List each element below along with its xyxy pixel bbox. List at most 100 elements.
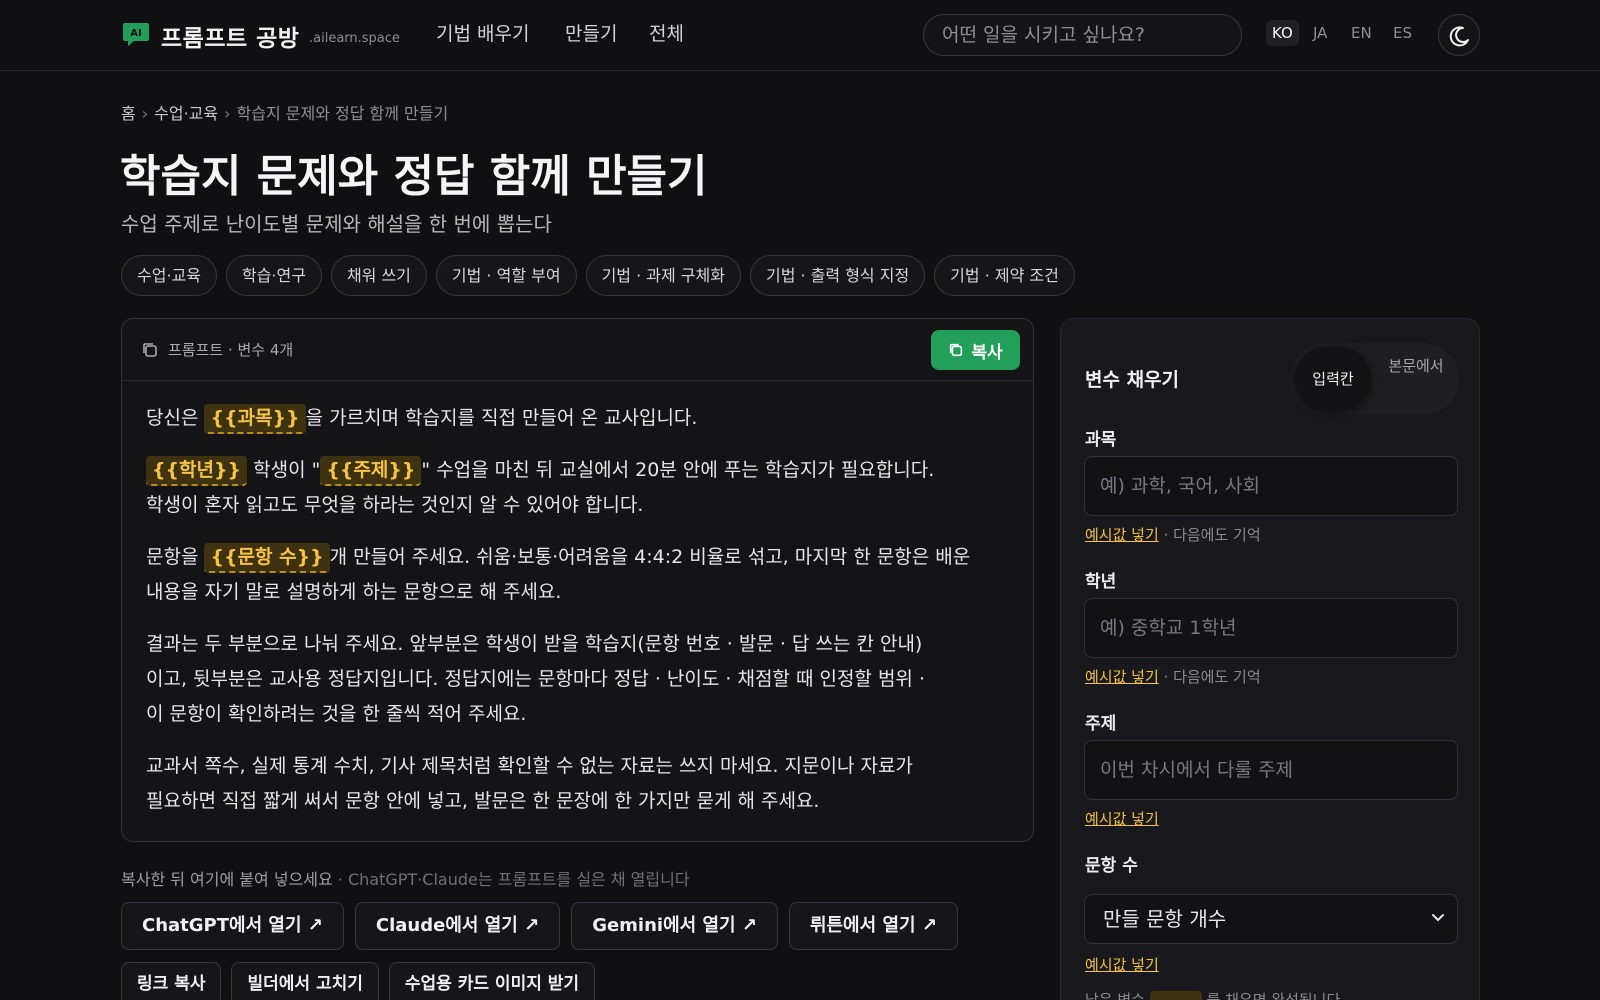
tag-study-research[interactable]: 학습·연구 bbox=[225, 255, 322, 296]
prompt-paragraph: 결과는 두 부분으로 나눠 주세요. 앞부분은 학생이 받을 학습지(문항 번호… bbox=[146, 627, 1018, 732]
variable-chip-topic[interactable]: {{주제}} bbox=[320, 456, 422, 486]
prompt-text-segment: 교과서 쪽수, 실제 통계 수치, 기사 제목처럼 확인할 수 없는 자료는 쓰… bbox=[146, 755, 913, 777]
variable-panel: 변수 채우기 입력칸 본문에서 과목 예시값 넣기 · 다음에도 기억 학년 예… bbox=[1060, 318, 1480, 1000]
lang-es[interactable]: ES bbox=[1393, 24, 1412, 42]
prompt-text-segment: 을 가르치며 학습지를 직접 만들어 온 교사입니다. bbox=[305, 407, 698, 429]
remaining-tail: 를 채우면 완성됩니다 bbox=[1206, 991, 1341, 1000]
page-title: 학습지 문제와 정답 함께 만들기 bbox=[120, 151, 708, 202]
field-label-topic: 주제 bbox=[1085, 714, 1117, 734]
question-count-select[interactable]: 만들 문항 개수 bbox=[1084, 894, 1458, 944]
breadcrumb: 홈 › 수업·교육 › 학습지 문제와 정답 함께 만들기 bbox=[121, 100, 448, 124]
breadcrumb-current: 학습지 문제와 정답 함께 만들기 bbox=[236, 104, 449, 123]
prompt-text-segment: 학생이 혼자 읽고도 무엇을 하라는 것인지 알 수 있어야 합니다. bbox=[146, 494, 644, 516]
lang-ja[interactable]: JA bbox=[1313, 24, 1327, 42]
prompt-text-segment: 필요하면 직접 짧게 써서 문항 안에 넣고, 발문은 한 문장에 한 가지만 … bbox=[146, 790, 820, 812]
prompt-card: 프롬프트 · 변수 4개 복사 당신은 {{과목}} 을 가르치며 학습지를 직접… bbox=[121, 318, 1034, 842]
prompt-text-segment: 이 문항이 확인하려는 것을 한 줄씩 적어 주세요. bbox=[146, 703, 527, 725]
svg-text:AI: AI bbox=[130, 28, 141, 39]
mode-input-fields[interactable]: 입력칸 bbox=[1295, 347, 1371, 411]
page-subtitle: 수업 주제로 난이도별 문제와 해설을 한 번에 뽑는다 bbox=[121, 212, 552, 236]
tag-role-assignment[interactable]: 기법 · 역할 부여 bbox=[435, 255, 577, 296]
lang-en[interactable]: EN bbox=[1351, 24, 1372, 42]
variable-panel-title: 변수 채우기 bbox=[1085, 369, 1180, 391]
remaining-chip bbox=[1149, 990, 1202, 1000]
tag-constraints[interactable]: 기법 · 제약 조건 bbox=[934, 255, 1075, 296]
breadcrumb-separator: › bbox=[141, 104, 149, 123]
variable-chip-question-count[interactable]: {{문항 수}} bbox=[204, 543, 330, 573]
field-hint: 예시값 넣기 · 다음에도 기억 bbox=[1085, 666, 1261, 687]
paste-hint: 복사한 뒤 여기에 붙여 넣으세요 · ChatGPT·Claude는 프롬프트… bbox=[121, 866, 690, 890]
prompt-text-segment: 결과는 두 부분으로 나눠 주세요. 앞부분은 학생이 받을 학습지(문항 번호… bbox=[146, 633, 923, 655]
nav-learn-techniques[interactable]: 기법 배우기 bbox=[436, 19, 529, 46]
utility-buttons: 링크 복사 빌더에서 고치기 수업용 카드 이미지 받기 bbox=[121, 962, 596, 1000]
prompt-text-segment: 이고, 뒷부분은 교사용 정답지입니다. 정답지에는 문항마다 정답 · 난이도… bbox=[146, 668, 925, 690]
nav-all[interactable]: 전체 bbox=[649, 19, 684, 46]
open-gemini-button[interactable]: Gemini에서 열기 ↗ bbox=[571, 902, 778, 950]
brand-domain: .ailearn.space bbox=[309, 31, 400, 46]
copy-icon bbox=[950, 343, 963, 357]
insert-example-button[interactable]: 예시값 넣기 bbox=[1085, 810, 1159, 828]
field-label-question-count: 문항 수 bbox=[1085, 856, 1138, 876]
open-claude-button[interactable]: Claude에서 열기 ↗ bbox=[354, 902, 561, 950]
prompt-paragraph: 문항을 {{문항 수}} 개 만들어 주세요. 쉬움·보통·어려움을 4:4:2 … bbox=[146, 540, 1018, 610]
prompt-text-segment: 문항을 bbox=[146, 546, 205, 568]
chevron-down-icon bbox=[1432, 914, 1444, 922]
subject-input[interactable] bbox=[1084, 456, 1458, 516]
prompt-text-segment: 개 만들어 주세요. 쉬움·보통·어려움을 4:4:2 비율로 섞고, 마지막 … bbox=[329, 546, 971, 568]
logo-icon[interactable]: AI bbox=[121, 19, 151, 49]
prompt-text-segment: 당신은 bbox=[146, 407, 205, 429]
prompt-text-segment: 학생이 " bbox=[247, 459, 321, 481]
moon-icon bbox=[1449, 26, 1469, 47]
prompt-paragraph: 당신은 {{과목}} 을 가르치며 학습지를 직접 만들어 온 교사입니다. bbox=[146, 401, 1018, 436]
open-in-ai-buttons: ChatGPT에서 열기 ↗ Claude에서 열기 ↗ Gemini에서 열기… bbox=[121, 902, 958, 950]
prompt-text-segment: " 수업을 마친 뒤 교실에서 20분 안에 푸는 학습지가 필요합니다. bbox=[421, 459, 935, 481]
insert-example-button[interactable]: 예시값 넣기 bbox=[1085, 956, 1159, 974]
remaining-label: 남은 변수 bbox=[1085, 991, 1145, 1000]
top-header: AI 프롬프트 공방 .ailearn.space 기법 배우기 만들기 전체 … bbox=[0, 0, 1600, 71]
question-count-select-value: 만들 문항 개수 bbox=[1103, 907, 1227, 931]
tag-class-education[interactable]: 수업·교육 bbox=[121, 255, 217, 296]
topic-input[interactable] bbox=[1084, 740, 1458, 800]
copy-button-label: 복사 bbox=[971, 342, 1003, 363]
search-input[interactable] bbox=[923, 14, 1242, 56]
edit-in-builder-button[interactable]: 빌더에서 고치기 bbox=[231, 962, 379, 1000]
copy-link-button[interactable]: 링크 복사 bbox=[121, 962, 222, 1000]
open-wrtn-button[interactable]: 뤼튼에서 열기 ↗ bbox=[788, 902, 958, 950]
grade-input[interactable] bbox=[1084, 598, 1458, 658]
breadcrumb-separator: › bbox=[224, 104, 231, 123]
open-chatgpt-button[interactable]: ChatGPT에서 열기 ↗ bbox=[121, 902, 344, 950]
field-hint: 예시값 넣기 bbox=[1085, 808, 1159, 829]
lang-ko[interactable]: KO bbox=[1266, 20, 1299, 46]
field-label-grade: 학년 bbox=[1085, 572, 1117, 592]
input-mode-toggle: 입력칸 본문에서 bbox=[1289, 343, 1459, 415]
remember-note: · 다음에도 기억 bbox=[1158, 526, 1261, 544]
copy-icon bbox=[143, 343, 157, 357]
remaining-variables-note: 남은 변수 를 채우면 완성됩니다 bbox=[1085, 989, 1340, 1000]
paste-hint-main: 복사한 뒤 여기에 붙여 넣으세요 bbox=[121, 870, 333, 889]
tag-list: 수업·교육 학습·연구 채워 쓰기 기법 · 역할 부여 기법 · 과제 구체화… bbox=[121, 255, 1075, 296]
download-card-image-button[interactable]: 수업용 카드 이미지 받기 bbox=[388, 962, 596, 1000]
field-label-subject: 과목 bbox=[1085, 430, 1117, 450]
tag-fill-in[interactable]: 채워 쓰기 bbox=[330, 255, 427, 296]
insert-example-button[interactable]: 예시값 넣기 bbox=[1085, 526, 1159, 544]
field-hint: 예시값 넣기 · 다음에도 기억 bbox=[1085, 524, 1261, 545]
breadcrumb-category[interactable]: 수업·교육 bbox=[154, 104, 218, 123]
copy-button[interactable]: 복사 bbox=[931, 330, 1020, 370]
prompt-paragraph: 교과서 쪽수, 실제 통계 수치, 기사 제목처럼 확인할 수 없는 자료는 쓰… bbox=[146, 749, 1018, 819]
prompt-text: 당신은 {{과목}} 을 가르치며 학습지를 직접 만들어 온 교사입니다. {{… bbox=[146, 401, 1018, 836]
mode-inline-text[interactable]: 본문에서 bbox=[1383, 353, 1449, 379]
nav-create[interactable]: 만들기 bbox=[565, 19, 617, 46]
remember-note: · 다음에도 기억 bbox=[1158, 668, 1261, 686]
field-hint: 예시값 넣기 bbox=[1085, 954, 1159, 975]
breadcrumb-home[interactable]: 홈 bbox=[121, 104, 136, 123]
variable-chip-grade[interactable]: {{학년}} bbox=[146, 456, 248, 486]
prompt-card-header: 프롬프트 · 변수 4개 복사 bbox=[122, 319, 1033, 381]
variable-chip-subject[interactable]: {{과목}} bbox=[204, 404, 306, 434]
paste-hint-sub: · ChatGPT·Claude는 프롬프트를 실은 채 열립니다 bbox=[332, 870, 690, 889]
theme-toggle-button[interactable] bbox=[1438, 14, 1480, 56]
insert-example-button[interactable]: 예시값 넣기 bbox=[1085, 668, 1159, 686]
tag-task-specification[interactable]: 기법 · 과제 구체화 bbox=[585, 255, 741, 296]
brand-name[interactable]: 프롬프트 공방 bbox=[161, 19, 299, 53]
tag-output-format[interactable]: 기법 · 출력 형식 지정 bbox=[749, 255, 926, 296]
prompt-card-label: 프롬프트 · 변수 4개 bbox=[168, 341, 294, 359]
